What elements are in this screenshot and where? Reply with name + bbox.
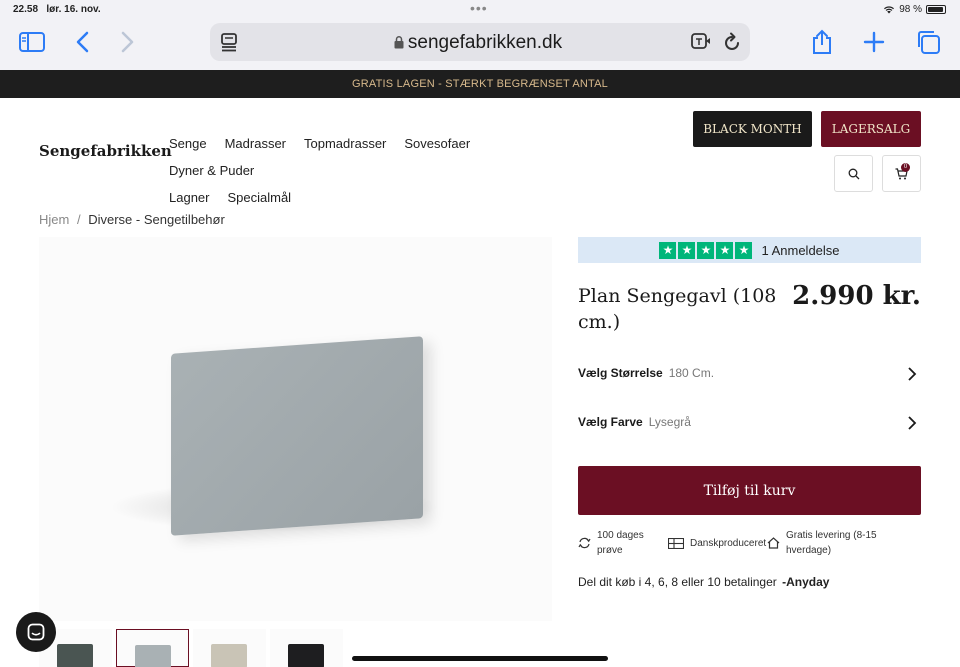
usp-trial-text: 100 dages prøve [597,530,644,556]
thumbnail-swatch [288,644,324,667]
chevron-right-icon [908,416,917,430]
nav-item-madrasser[interactable]: Madrasser [225,130,286,157]
thumbnail-swatch [57,644,93,667]
main-nav: Senge Madrasser Topmadrasser Sovesofaer Dyne… [169,130,589,211]
cart-count-badge: 0 [901,163,910,172]
chevron-right-icon [908,367,917,381]
search-icon [848,168,859,179]
star-icon: ★ [697,241,715,259]
star-icon: ★ [735,241,753,259]
usp-trial: 100 dages prøve [578,528,653,558]
back-icon[interactable] [66,28,98,56]
multitask-dots[interactable]: ••• [470,0,488,16]
product-title: Plan Sengegavl (108 cm.) [578,285,777,333]
color-selector[interactable]: Vælg Farve Lysegrå [578,415,921,439]
add-to-cart-button[interactable]: Tilføj til kurv [578,466,921,515]
promo-banner[interactable]: GRATIS LAGEN - STÆRKT BEGRÆNSET ANTAL [0,70,960,98]
home-icon [767,537,780,549]
review-count: 1 Anmeldelse [761,242,840,258]
nav-item-specialmaal[interactable]: Specialmål [227,184,291,211]
product-price: 2.990 kr. [792,281,921,311]
url-text: sengefabrikken.dk [407,32,563,53]
status-time: 22.58 lør. 16. nov. [13,4,101,15]
thumbnail-strip [39,629,359,667]
headboard-image [171,336,423,536]
usp-delivery-text: Gratis levering (8-15 hverdage) [786,530,877,556]
anyday-text: Del dit køb i 4, 6, 8 eller 10 betalinge… [578,575,777,589]
usp-delivery: Gratis levering (8-15 hverdage) [767,528,894,558]
chat-launcher[interactable] [16,612,56,652]
nav-item-sovesofaer[interactable]: Sovesofaer [404,130,470,157]
nav-item-lagner[interactable]: Lagner [169,184,209,211]
wifi-icon [884,6,895,14]
nav-item-senge[interactable]: Senge [169,130,207,157]
size-value: 180 Cm. [668,366,715,380]
address-bar[interactable]: sengefabrikken.dk [210,23,750,61]
breadcrumb-separator: / [76,212,81,227]
size-label: Vælg Størrelse [578,366,663,380]
anyday-logo: -Anyday [782,575,830,589]
share-icon[interactable] [806,28,838,56]
forward-icon[interactable] [112,28,144,56]
size-selector[interactable]: Vælg Størrelse 180 Cm. [578,366,921,390]
star-icon: ★ [678,241,696,259]
flag-icon [668,538,684,549]
lagersalg-button[interactable]: LAGERSALG [821,111,921,147]
color-label: Vælg Farve [578,415,643,429]
nav-item-dyner-puder[interactable]: Dyner & Puder [169,157,254,184]
anyday-financing[interactable]: Del dit køb i 4, 6, 8 eller 10 betalinge… [578,575,829,589]
browser-toolbar: sengefabrikken.dk [0,20,960,70]
trustpilot-rating[interactable]: ★ ★ ★ ★ ★ 1 Anmeldelse [578,237,921,263]
star-icon: ★ [716,241,734,259]
new-tab-icon[interactable] [858,28,890,56]
thumbnail-3[interactable] [193,629,266,667]
color-value: Lysegrå [648,415,691,429]
cart-button[interactable]: 0 [882,155,921,192]
reload-icon[interactable] [723,32,741,57]
chat-icon [27,623,45,641]
nav-item-topmadrasser[interactable]: Topmadrasser [304,130,386,157]
thumbnail-swatch [135,645,171,667]
status-right: 98 % [883,4,946,15]
star-icon: ★ [659,241,677,259]
thumbnail-2[interactable] [116,629,189,667]
battery-text: 98 % [899,4,922,15]
product-image[interactable] [39,237,552,621]
breadcrumb-current[interactable]: Diverse - Sengetilbehør [88,212,225,227]
usp-danish-text: Danskproduceret [690,538,767,549]
sidebar-icon[interactable] [16,28,48,56]
thumbnail-4[interactable] [270,629,343,667]
battery-icon [926,5,946,14]
home-indicator[interactable] [352,656,608,661]
translate-icon[interactable] [690,32,712,55]
tabs-icon[interactable] [912,28,944,56]
black-month-button[interactable]: BLACK MONTH [693,111,812,147]
return-icon [578,537,591,549]
usp-danish: Danskproduceret [668,536,766,551]
search-button[interactable] [834,155,873,192]
thumbnail-swatch [211,644,247,667]
breadcrumb-home[interactable]: Hjem [39,212,69,227]
status-bar: 22.58 lør. 16. nov. ••• 98 % [0,0,960,20]
breadcrumb: Hjem / Diverse - Sengetilbehør [39,212,225,227]
site-logo[interactable]: Sengefabrikken [39,142,172,160]
